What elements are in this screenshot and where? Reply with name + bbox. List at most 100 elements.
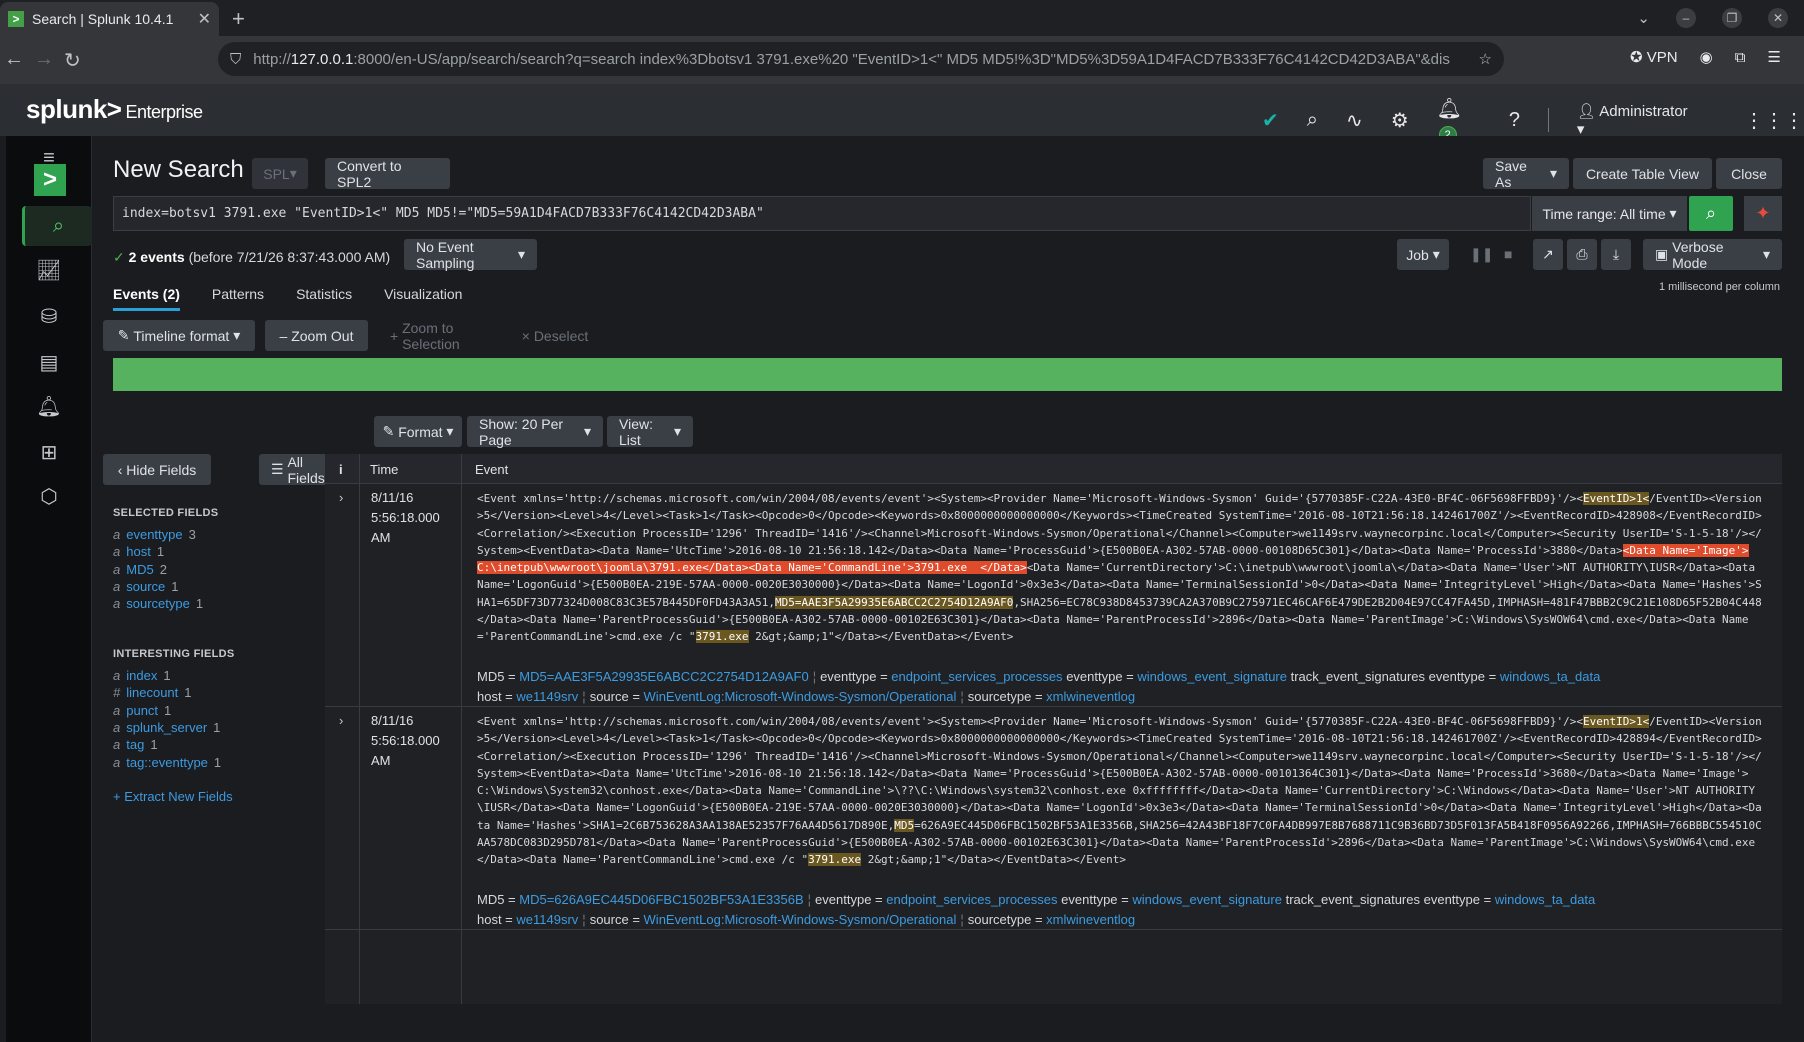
field-item-md5[interactable]: a MD5 2 [113,562,167,577]
tab-patterns[interactable]: Patterns [212,286,264,311]
host-value[interactable]: we1149srv [516,689,578,704]
field-item-linecount[interactable]: # linecount 1 [113,685,192,700]
eventtype-value[interactable]: windows_ta_data [1500,669,1600,684]
health-status-icon[interactable]: ✔ [1262,108,1279,133]
format-dropdown[interactable]: ✎ Format ▾ [374,416,462,447]
export-icon[interactable]: ⤓ [1601,239,1631,270]
stop-icon[interactable]: ■ [1504,246,1512,262]
source-value[interactable]: WinEventLog:Microsoft-Windows-Sysmon/Ope… [644,912,957,927]
forward-icon[interactable]: → [34,48,54,71]
minimize-icon[interactable]: – [1676,8,1696,28]
share-icon[interactable]: ↗ [1533,239,1563,270]
field-item-tag--eventtype[interactable]: a tag::eventtype 1 [113,755,221,770]
zoom-out-button[interactable]: – Zoom Out [265,320,368,351]
new-tab-icon[interactable]: + [232,6,245,32]
profile-icon[interactable]: ◉ [1700,48,1713,66]
event-raw-text[interactable]: <Event xmlns='http://schemas.microsoft.c… [477,713,1767,869]
source-value[interactable]: WinEventLog:Microsoft-Windows-Sysmon/Ope… [644,689,957,704]
highlighted-term[interactable]: 3791.exe [808,853,862,867]
back-icon[interactable]: ← [4,48,24,71]
field-item-host[interactable]: a host 1 [113,544,164,559]
sourcetype-value[interactable]: xmlwineventlog [1046,689,1135,704]
md5-value[interactable]: MD5=626A9EC445D06FBC1502BF53A1E3356B [519,892,803,907]
reload-icon[interactable]: ↻ [64,48,81,73]
nav-document-icon[interactable]: ▤ [6,342,92,382]
col-event[interactable]: Event [475,462,508,477]
timeline-histogram[interactable] [113,358,1782,391]
help-icon[interactable]: ? [1509,109,1520,132]
expand-chevron-icon[interactable]: › [339,490,343,505]
tab-statistics[interactable]: Statistics [296,286,352,311]
nav-cube-icon[interactable]: ⬡ [6,476,92,516]
search-input[interactable]: index=botsv1 3791.exe "EventID>1<" MD5 M… [113,196,1531,231]
deselect-button[interactable]: × Deselect [513,320,597,351]
print-icon[interactable]: ⎙ [1567,239,1597,270]
extensions-icon[interactable]: ⧉ [1735,49,1746,66]
expand-chevron-icon[interactable]: › [339,713,343,728]
restore-icon[interactable]: ❐ [1722,8,1742,28]
pause-icon[interactable]: ❚❚ [1470,246,1493,263]
eventtype-value[interactable]: endpoint_services_processes [891,669,1062,684]
host-value[interactable]: we1149srv [516,912,578,927]
nav-database-icon[interactable]: ⛁ [6,296,92,336]
spl-dropdown[interactable]: SPL ▾ [252,158,308,189]
field-item-eventtype[interactable]: a eventtype 3 [113,527,196,542]
ai-assistant-button[interactable]: ✦ [1744,196,1782,231]
event-time[interactable]: 8/11/16 5:56:18.000 AM [371,488,461,548]
search-app-icon[interactable]: > [34,164,66,196]
app-grid-icon[interactable]: ⋮⋮⋮ [1744,108,1804,133]
user-menu[interactable]: 👤︎ Administrator ▾ [1577,102,1696,138]
col-time[interactable]: Time [370,462,398,477]
tab-visualization[interactable]: Visualization [384,286,462,311]
close-window-icon[interactable]: ✕ [1768,8,1788,28]
run-search-button[interactable]: ⌕ [1689,196,1733,231]
extract-new-fields-link[interactable]: + Extract New Fields [113,789,233,804]
nav-alert-bell-icon[interactable]: 🔔︎ [6,386,92,426]
field-item-sourcetype[interactable]: a sourcetype 1 [113,596,203,611]
menu-icon[interactable]: ☰ [1767,48,1780,66]
hide-fields-button[interactable]: ‹ Hide Fields [103,454,211,485]
per-page-dropdown[interactable]: Show: 20 Per Page ▾ [467,416,603,448]
highlighted-term[interactable]: EventID>1< [1582,715,1650,728]
highlighted-term[interactable]: MD5 [894,818,915,832]
field-item-source[interactable]: a source 1 [113,579,179,594]
search-mode-dropdown[interactable]: ▣ Verbose Mode ▾ [1643,239,1782,271]
highlighted-term[interactable]: MD5=AAE3F5A29935E6ABCC2C2754D12A9AF0 [775,595,1014,609]
view-dropdown[interactable]: View: List ▾ [607,416,693,448]
zoom-to-selection-button[interactable]: + Zoom to Selection [378,320,506,352]
job-dropdown[interactable]: Job ▾ [1397,239,1449,270]
nav-search-icon[interactable]: ⌕ [22,206,92,246]
field-item-punct[interactable]: a punct 1 [113,703,171,718]
eventtype-value[interactable]: endpoint_services_processes [886,892,1057,907]
site-info-icon[interactable]: ⛉ [230,51,241,68]
event-time[interactable]: 8/11/16 5:56:18.000 AM [371,711,461,771]
save-as-button[interactable]: Save As ▾ [1483,158,1569,190]
highlighted-term[interactable]: 3791.exe [695,630,749,644]
activity-icon[interactable]: ∿ [1346,108,1363,133]
tab-events[interactable]: Events (2) [113,286,180,311]
eventtype-value[interactable]: windows_event_signature [1137,669,1287,684]
field-item-index[interactable]: a index 1 [113,668,171,683]
search-icon[interactable]: ⌕ [1307,109,1318,132]
field-item-splunk-server[interactable]: a splunk_server 1 [113,720,220,735]
close-tab-icon[interactable]: ✕ [198,9,211,29]
tab-list-chevron-icon[interactable]: ⌄ [1637,9,1650,27]
eventtype-value[interactable]: windows_event_signature [1132,892,1282,907]
browser-tab[interactable]: > Search | Splunk 10.4.1 ✕ [0,2,219,36]
timeline-format-dropdown[interactable]: ✎ Timeline format ▾ [103,320,255,351]
event-raw-text[interactable]: <Event xmlns='http://schemas.microsoft.c… [477,490,1767,646]
vpn-button[interactable]: ✪ VPN [1630,48,1678,66]
close-button[interactable]: Close [1716,158,1782,189]
field-item-tag[interactable]: a tag 1 [113,737,158,752]
nav-apps-icon[interactable]: ⊞ [6,432,92,472]
sourcetype-value[interactable]: xmlwineventlog [1046,912,1135,927]
settings-gear-icon[interactable]: ⚙ [1391,108,1409,133]
md5-value[interactable]: MD5=AAE3F5A29935E6ABCC2C2754D12A9AF0 [519,669,808,684]
address-bar[interactable]: ⛉ http://127.0.0.1:8000/en-US/app/search… [218,42,1504,76]
time-range-picker[interactable]: Time range: All time ▾ [1532,196,1687,231]
bookmark-star-icon[interactable]: ☆ [1478,50,1492,68]
event-sampling-dropdown[interactable]: No Event Sampling ▾ [404,239,537,271]
convert-spl2-button[interactable]: Convert to SPL2 [325,158,450,190]
nav-chart-icon[interactable]: 📈︎ [6,250,92,290]
highlighted-term[interactable]: EventID>1< [1582,492,1650,505]
